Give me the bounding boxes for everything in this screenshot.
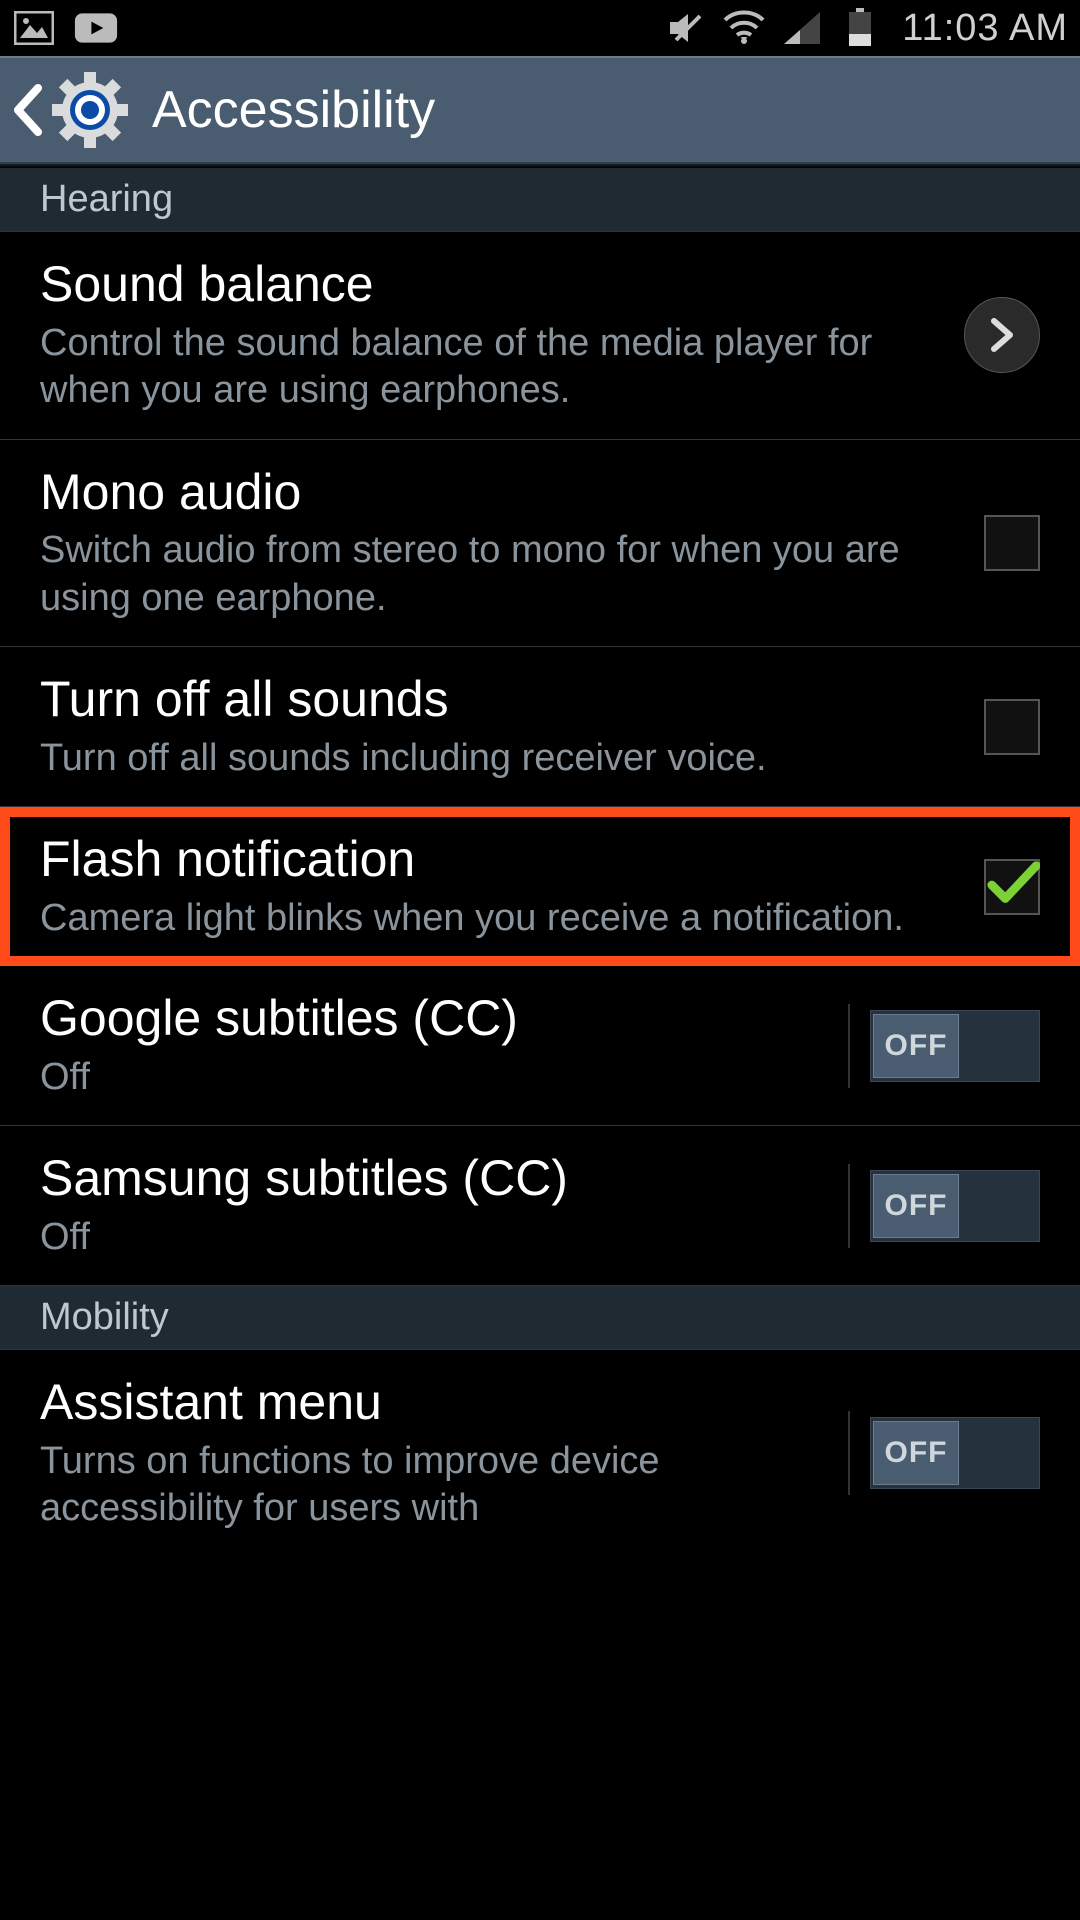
row-title: Flash notification: [40, 831, 970, 889]
page-title: Accessibility: [152, 80, 435, 140]
action-bar[interactable]: Accessibility: [0, 56, 1080, 164]
youtube-icon: [74, 10, 118, 46]
row-desc: Switch audio from stereo to mono for whe…: [40, 527, 960, 622]
row-google-subtitles[interactable]: Google subtitles (CC) Off OFF: [0, 966, 1080, 1126]
list-mobility: Assistant menu Turns on functions to imp…: [0, 1350, 1080, 1557]
row-title: Samsung subtitles (CC): [40, 1150, 846, 1208]
status-right: 11:03 AM: [664, 7, 1068, 50]
section-header-hearing: Hearing: [0, 168, 1080, 232]
row-desc: Turns on functions to improve device acc…: [40, 1438, 846, 1533]
row-desc: Camera light blinks when you receive a n…: [40, 895, 970, 943]
section-header-mobility: Mobility: [0, 1286, 1080, 1350]
status-left: [12, 10, 118, 46]
mute-icon: [664, 10, 708, 46]
row-flash-notification[interactable]: Flash notification Camera light blinks w…: [0, 807, 1080, 966]
settings-gear-icon: [52, 72, 128, 148]
checkbox-flash-notification[interactable]: [984, 859, 1040, 915]
row-title: Google subtitles (CC): [40, 990, 846, 1048]
toggle-knob: OFF: [873, 1014, 959, 1078]
checkbox-mono-audio[interactable]: [984, 515, 1040, 571]
checkbox-turn-off-all-sounds[interactable]: [984, 699, 1040, 755]
row-desc: Off: [40, 1054, 846, 1102]
wifi-icon: [722, 10, 766, 46]
row-title: Sound balance: [40, 256, 940, 314]
divider: [848, 1164, 850, 1248]
list-hearing: Sound balance Control the sound balance …: [0, 232, 1080, 1286]
battery-icon: [838, 10, 882, 46]
toggle-assistant-menu[interactable]: OFF: [870, 1417, 1040, 1489]
row-sound-balance[interactable]: Sound balance Control the sound balance …: [0, 232, 1080, 440]
row-desc: Turn off all sounds including receiver v…: [40, 735, 960, 783]
row-title: Mono audio: [40, 464, 960, 522]
toggle-google-subtitles[interactable]: OFF: [870, 1010, 1040, 1082]
row-mono-audio[interactable]: Mono audio Switch audio from stereo to m…: [0, 440, 1080, 648]
toggle-knob: OFF: [873, 1174, 959, 1238]
row-assistant-menu[interactable]: Assistant menu Turns on functions to imp…: [0, 1350, 1080, 1557]
row-turn-off-all-sounds[interactable]: Turn off all sounds Turn off all sounds …: [0, 647, 1080, 807]
status-bar: 11:03 AM: [0, 0, 1080, 56]
toggle-samsung-subtitles[interactable]: OFF: [870, 1170, 1040, 1242]
divider: [848, 1411, 850, 1495]
toggle-knob: OFF: [873, 1421, 959, 1485]
back-icon[interactable]: [8, 80, 48, 140]
status-time: 11:03 AM: [902, 7, 1068, 50]
divider: [848, 1004, 850, 1088]
chevron-right-icon[interactable]: [964, 297, 1040, 373]
signal-icon: [780, 10, 824, 46]
row-desc: Control the sound balance of the media p…: [40, 320, 940, 415]
row-title: Turn off all sounds: [40, 671, 960, 729]
row-samsung-subtitles[interactable]: Samsung subtitles (CC) Off OFF: [0, 1126, 1080, 1286]
row-desc: Off: [40, 1214, 846, 1262]
picture-icon: [12, 10, 56, 46]
row-title: Assistant menu: [40, 1374, 846, 1432]
